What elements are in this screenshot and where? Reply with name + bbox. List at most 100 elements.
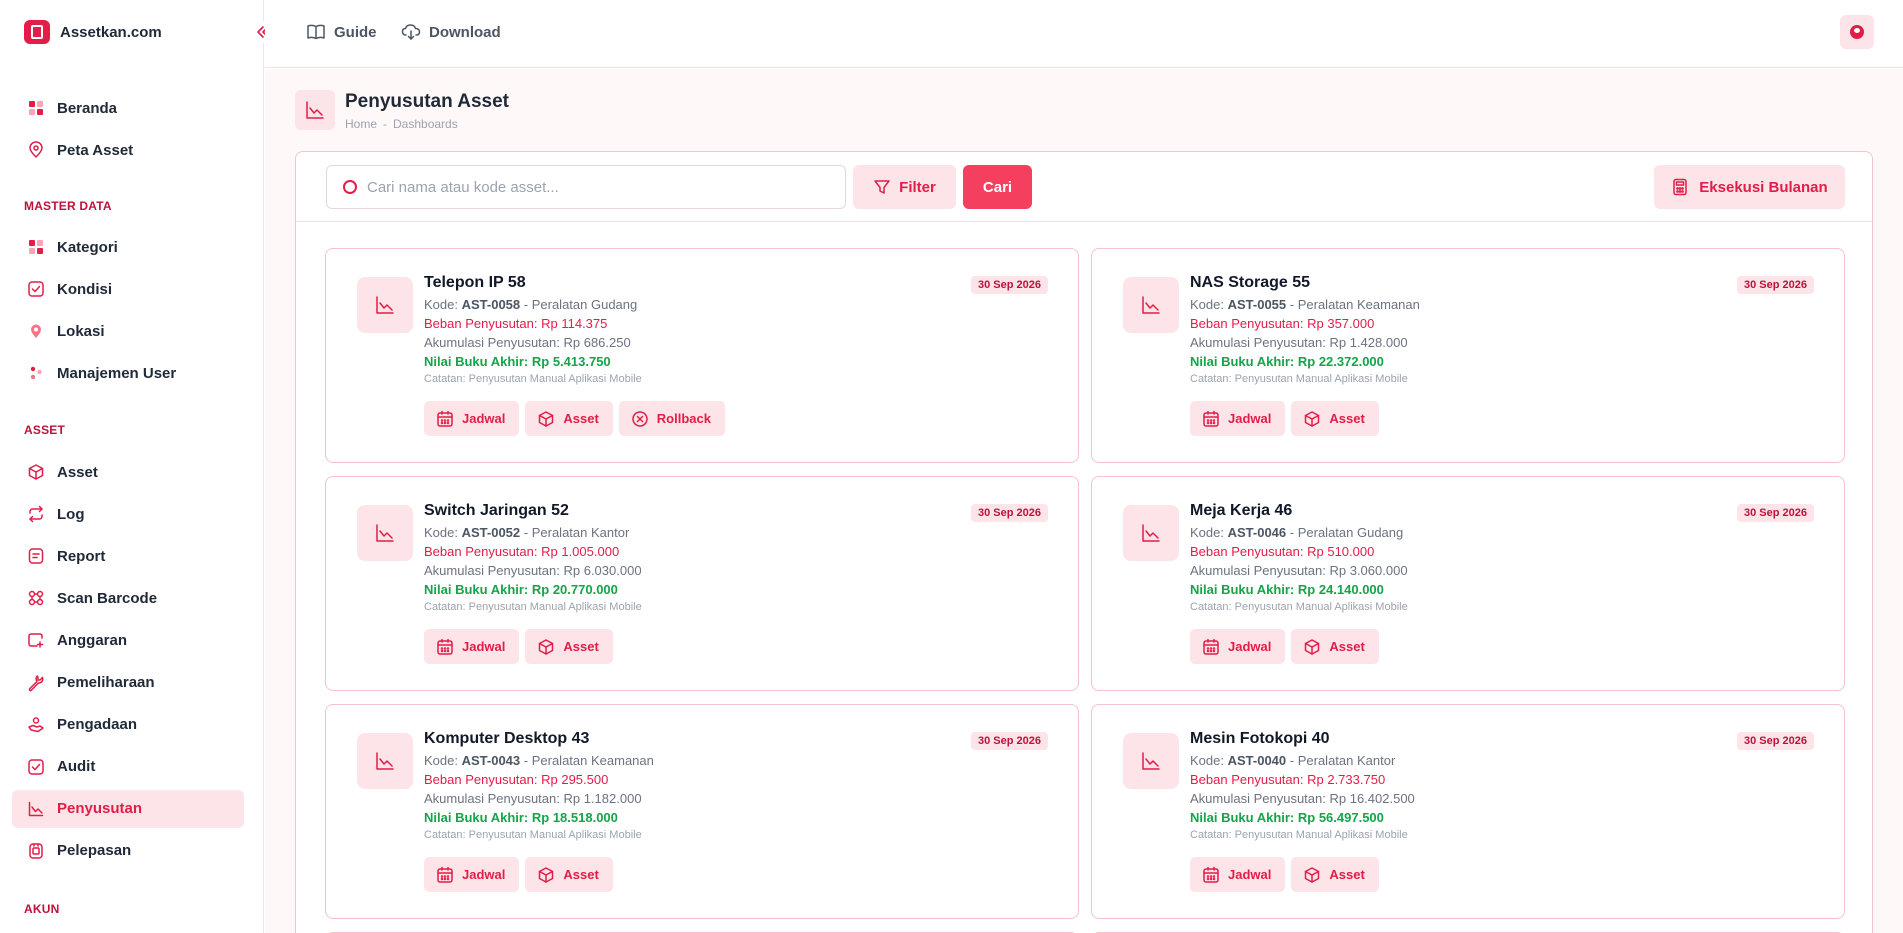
sidebar-item-pelepasan[interactable]: Pelepasan xyxy=(12,832,244,870)
sidebar-item-asset[interactable]: Asset xyxy=(12,453,244,491)
search-button[interactable]: Cari xyxy=(963,165,1032,209)
sidebar-section-master-data: MASTER DATA xyxy=(24,199,112,213)
guide-link[interactable]: Guide xyxy=(306,21,377,43)
asset-category: Peralatan Gudang xyxy=(531,297,638,312)
beban-value: Rp 295.500 xyxy=(541,772,609,787)
schedule-button[interactable]: Jadwal xyxy=(1190,401,1286,436)
asset-button[interactable]: Asset xyxy=(1291,401,1379,436)
catatan-label: Catatan: xyxy=(1190,829,1232,841)
execute-monthly-button[interactable]: Eksekusi Bulanan xyxy=(1654,165,1845,209)
panel-toolbar: Filter Cari Eksekusi Bulanan xyxy=(296,152,1872,222)
book-value: Nilai Buku Akhir: Rp 56.497.500 xyxy=(1190,810,1415,826)
schedule-button[interactable]: Jadwal xyxy=(424,857,520,892)
akumulasi-label: Akumulasi Penyusutan: xyxy=(424,335,560,350)
schedule-button[interactable]: Jadwal xyxy=(424,629,520,664)
search-box[interactable] xyxy=(326,165,846,209)
asset-button[interactable]: Asset xyxy=(525,857,613,892)
sidebar-item-label: Anggaran xyxy=(57,631,128,649)
asset-button[interactable]: Asset xyxy=(1291,857,1379,892)
download-label: Download xyxy=(429,23,501,41)
sidebar-item-audit[interactable]: Audit xyxy=(12,748,244,786)
accumulated-depreciation: Akumulasi Penyusutan: Rp 6.030.000 xyxy=(424,563,642,579)
breadcrumb-home[interactable]: Home xyxy=(345,117,377,131)
sidebar-item-penyusutan[interactable]: Penyusutan xyxy=(12,789,244,828)
card-actions: Jadwal Asset xyxy=(424,629,613,664)
asset-button[interactable]: Asset xyxy=(525,401,613,436)
akumulasi-value: Rp 1.428.000 xyxy=(1329,335,1408,350)
note: Catatan: Penyusutan Manual Aplikasi Mobi… xyxy=(424,373,642,387)
procurement-icon xyxy=(27,716,45,734)
rollback-label: Rollback xyxy=(656,411,711,426)
beban-label: Beban Penyusutan: xyxy=(1190,316,1304,331)
cube-icon xyxy=(539,410,554,427)
sidebar-item-report[interactable]: Report xyxy=(12,537,244,575)
user-icon xyxy=(1850,25,1864,39)
asset-code-line: Kode: AST-0052 - Peralatan Kantor xyxy=(424,525,630,540)
beban-value: Rp 510.000 xyxy=(1307,544,1375,559)
sidebar-item-label: Kategori xyxy=(57,238,118,256)
catatan-label: Catatan: xyxy=(424,601,466,613)
sidebar-item-label: Asset xyxy=(57,463,98,481)
asset-button[interactable]: Asset xyxy=(525,629,613,664)
asset-code: AST-0058 xyxy=(461,297,521,312)
schedule-button[interactable]: Jadwal xyxy=(1190,629,1286,664)
sidebar-item-pemeliharaan[interactable]: Pemeliharaan xyxy=(12,664,244,702)
schedule-label: Jadwal xyxy=(1228,867,1272,882)
catatan-label: Catatan: xyxy=(424,829,466,841)
sidebar-item-kondisi[interactable]: Kondisi xyxy=(12,270,244,308)
sidebar-item-label: Manajemen User xyxy=(57,364,177,382)
calendar-icon xyxy=(1203,410,1219,427)
chart-line-icon xyxy=(357,277,413,333)
search-input[interactable] xyxy=(367,178,807,196)
brand[interactable]: Assetkan.com xyxy=(24,20,162,44)
schedule-button[interactable]: Jadwal xyxy=(1190,857,1286,892)
search-icon xyxy=(343,180,357,194)
nilai-value: Rp 20.770.000 xyxy=(531,582,618,597)
filter-button[interactable]: Filter xyxy=(853,165,956,209)
schedule-button[interactable]: Jadwal xyxy=(424,401,520,436)
schedule-label: Jadwal xyxy=(462,411,506,426)
sidebar-item-lokasi[interactable]: Lokasi xyxy=(12,312,244,350)
rollback-button[interactable]: Rollback xyxy=(618,401,725,436)
sidebar-item-peta-asset[interactable]: Peta Asset xyxy=(12,131,244,169)
book-icon xyxy=(307,24,325,40)
beban-label: Beban Penyusutan: xyxy=(1190,772,1304,787)
accumulated-depreciation: Akumulasi Penyusutan: Rp 1.428.000 xyxy=(1190,335,1420,351)
asset-code: AST-0040 xyxy=(1227,753,1287,768)
sidebar-item-log[interactable]: Log xyxy=(12,495,244,533)
kode-label: Kode: xyxy=(1190,525,1224,540)
sidebar-section-asset: ASSET xyxy=(24,423,66,437)
download-link[interactable]: Download xyxy=(401,21,501,43)
schedule-label: Jadwal xyxy=(462,639,506,654)
map-pin-icon xyxy=(27,141,45,159)
kode-label: Kode: xyxy=(424,753,458,768)
sidebar: Assetkan.com Beranda Peta Asset MASTER DAT… xyxy=(0,0,264,933)
accumulated-depreciation: Akumulasi Penyusutan: Rp 16.402.500 xyxy=(1190,791,1415,807)
asset-button[interactable]: Asset xyxy=(1291,629,1379,664)
depreciation-expense: Beban Penyusutan: Rp 1.005.000 xyxy=(424,544,642,560)
breadcrumb-dashboards[interactable]: Dashboards xyxy=(393,117,458,131)
sidebar-item-kategori[interactable]: Kategori xyxy=(12,228,244,266)
akumulasi-value: Rp 16.402.500 xyxy=(1329,791,1415,806)
user-avatar[interactable] xyxy=(1840,15,1874,49)
calendar-icon xyxy=(437,866,453,883)
sidebar-item-scan-barcode[interactable]: Scan Barcode xyxy=(12,579,244,617)
cube-icon xyxy=(1305,638,1320,655)
sidebar-item-pengadaan[interactable]: Pengadaan xyxy=(12,706,244,744)
sidebar-item-beranda[interactable]: Beranda xyxy=(12,89,244,127)
sidebar-item-manajemen-user[interactable]: Manajemen User xyxy=(12,354,244,392)
asset-name: Telepon IP 58 xyxy=(424,274,526,291)
sidebar-item-anggaran[interactable]: Anggaran xyxy=(12,621,244,659)
catatan-value: Penyusutan Manual Aplikasi Mobile xyxy=(1234,373,1408,385)
sidebar-item-label: Pengadaan xyxy=(57,716,138,734)
depreciation-expense: Beban Penyusutan: Rp 510.000 xyxy=(1190,544,1408,560)
brand-logo-icon xyxy=(24,20,50,44)
filter-label: Filter xyxy=(899,178,936,196)
sidebar-item-label: Lokasi xyxy=(57,322,105,340)
chart-line-icon xyxy=(295,90,335,130)
cube-icon xyxy=(1305,866,1320,883)
asset-code-line: Kode: AST-0040 - Peralatan Kantor xyxy=(1190,753,1396,768)
asset-code: AST-0055 xyxy=(1227,297,1287,312)
depreciation-card: Komputer Desktop 43 Kode: AST-0043 - Pera… xyxy=(325,704,1079,919)
date-badge: 30 Sep 2026 xyxy=(971,276,1048,294)
